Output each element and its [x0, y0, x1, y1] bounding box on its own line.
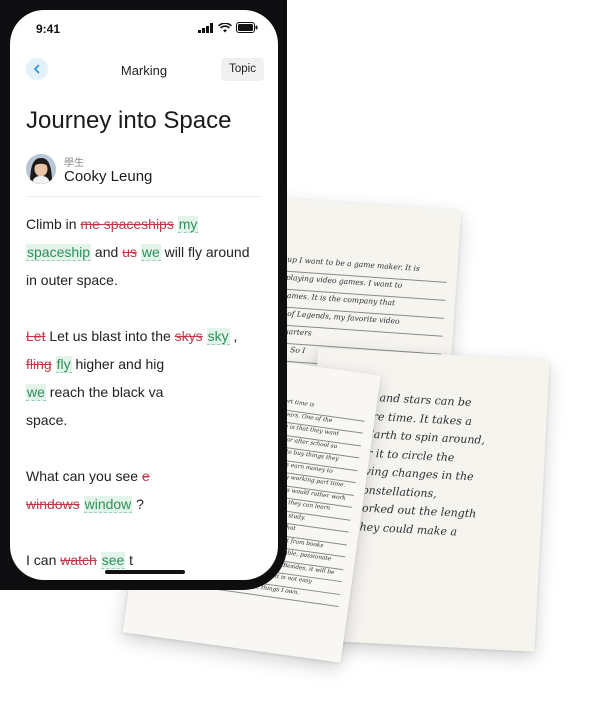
- essay-line: [26, 518, 278, 546]
- deleted-text[interactable]: us: [122, 244, 137, 260]
- essay-text: [203, 328, 207, 344]
- essay-line: in outer space.: [26, 266, 278, 294]
- essay-text: Climb in: [26, 216, 81, 232]
- essay-line: Climb in me spaceships my: [26, 210, 278, 238]
- deleted-text[interactable]: me spaceships: [80, 216, 173, 232]
- home-indicator: [105, 570, 185, 574]
- deleted-text[interactable]: e: [142, 468, 150, 484]
- correction-text[interactable]: window: [83, 496, 133, 513]
- essay-text: reach the black va: [45, 384, 164, 400]
- essay-text: will fly around: [160, 244, 250, 260]
- essay-text: ,: [229, 328, 238, 344]
- divider: [26, 196, 262, 197]
- essay-text: and: [91, 244, 123, 260]
- student-name: Cooky Leung: [64, 168, 153, 185]
- essay-line: we reach the black va: [26, 378, 278, 406]
- correction-text[interactable]: we: [26, 384, 46, 401]
- essay-line: What can you see e: [26, 462, 278, 490]
- topic-button[interactable]: Topic: [221, 58, 264, 81]
- phone-screen: 9:41 Marking Topic Journey into Space 學生…: [10, 10, 278, 580]
- essay-line: space.: [26, 406, 278, 434]
- deleted-text[interactable]: Let: [26, 328, 45, 344]
- essay-text: [52, 356, 56, 372]
- deleted-text[interactable]: windows: [26, 496, 80, 512]
- essay-line: spaceship and us we will fly around: [26, 238, 278, 266]
- wifi-icon: [218, 22, 232, 32]
- essay-text: I can: [26, 552, 61, 568]
- student-role-label: 學生: [64, 158, 84, 169]
- essay-line: [26, 294, 278, 322]
- signal-icon: [198, 22, 213, 33]
- correction-text[interactable]: sky: [206, 328, 230, 345]
- nav-bar: Marking Topic: [10, 50, 278, 90]
- essay-text: ?: [132, 496, 144, 512]
- essay-text: space.: [26, 412, 68, 428]
- correction-text[interactable]: my: [177, 216, 199, 233]
- correction-text[interactable]: spaceship: [26, 244, 92, 261]
- essay-line: Let Let us blast into the skys sky ,: [26, 322, 278, 350]
- essay-title: Journey into Space: [26, 107, 232, 134]
- battery-icon: [236, 22, 258, 33]
- essay-text: What can you see: [26, 468, 142, 484]
- correction-text[interactable]: we: [140, 244, 161, 261]
- essay-text: higher and hig: [71, 356, 165, 372]
- essay-body: Climb in me spaceships my spaceship and u…: [26, 210, 278, 574]
- phone-frame: 9:41 Marking Topic Journey into Space 學生…: [0, 0, 287, 590]
- essay-text: Let us blast into the: [45, 328, 175, 344]
- essay-line: fling fly higher and hig: [26, 350, 278, 378]
- correction-text[interactable]: see: [100, 552, 126, 569]
- essay-line: [26, 434, 278, 462]
- deleted-text[interactable]: skys: [175, 328, 203, 344]
- avatar: [26, 154, 56, 184]
- correction-text[interactable]: fly: [55, 356, 72, 373]
- essay-line: windows window ?: [26, 490, 278, 518]
- status-icons: [198, 22, 258, 33]
- deleted-text[interactable]: watch: [60, 552, 97, 568]
- student-avatar-icon: [26, 154, 56, 184]
- status-time: 9:41: [36, 22, 61, 36]
- essay-text: t: [125, 552, 134, 568]
- status-bar: 9:41: [10, 10, 278, 44]
- essay-text: [80, 496, 84, 512]
- deleted-text[interactable]: fling: [26, 356, 52, 372]
- essay-text: in outer space.: [26, 272, 118, 288]
